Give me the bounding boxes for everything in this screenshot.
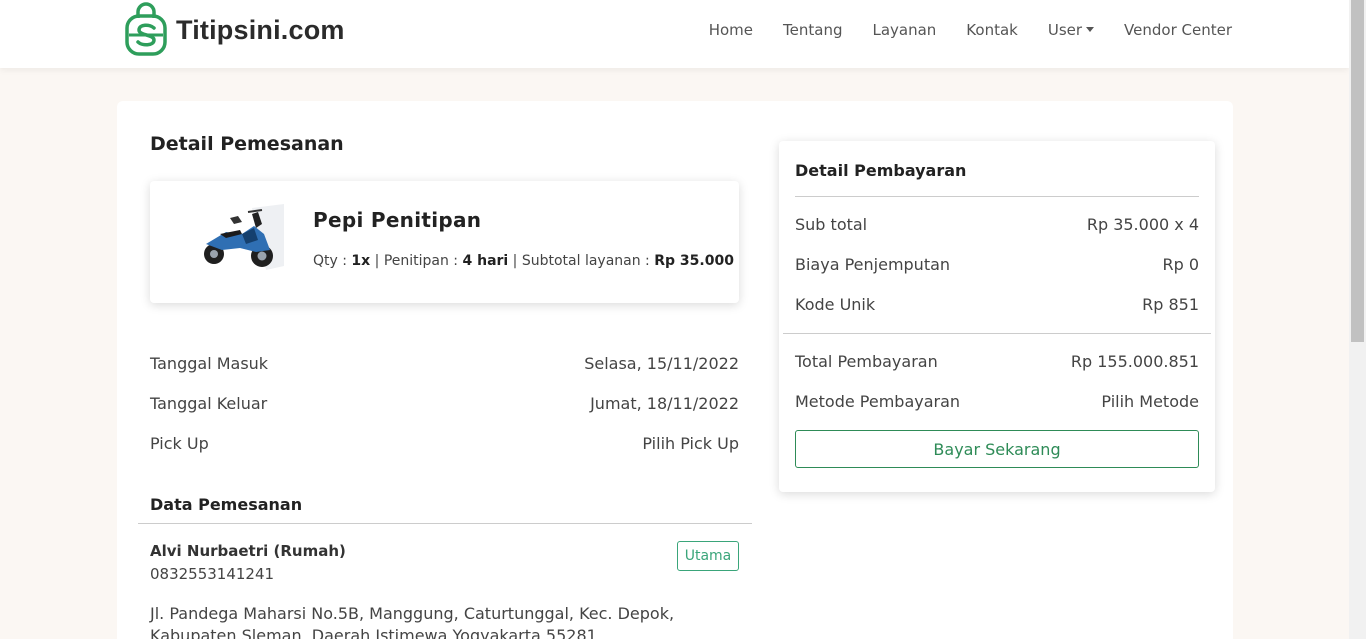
nav-home[interactable]: Home: [709, 21, 753, 39]
row-label: Tanggal Masuk: [150, 354, 269, 373]
nav-kontak[interactable]: Kontak: [966, 21, 1018, 39]
payment-row-total: Total Pembayaran Rp 155.000.851: [795, 352, 1199, 371]
row-tanggal-masuk: Tanggal Masuk Selasa, 15/11/2022: [150, 354, 739, 373]
nav-layanan[interactable]: Layanan: [872, 21, 936, 39]
payment-method-select[interactable]: Pilih Metode: [1101, 392, 1199, 411]
row-label: Kode Unik: [795, 295, 876, 314]
pay-now-button[interactable]: Bayar Sekarang: [795, 430, 1199, 468]
order-detail-title: Detail Pemesanan: [150, 133, 344, 155]
product-card: Pepi Penitipan Qty : 1x | Penitipan : 4 …: [150, 181, 739, 303]
duration-value: 4 hari: [462, 253, 509, 269]
customer-section-title: Data Pemesanan: [150, 495, 303, 514]
row-label: Total Pembayaran: [795, 352, 938, 371]
scrollbar-thumb[interactable]: [1351, 0, 1364, 342]
row-value: Rp 0: [1162, 255, 1199, 274]
brand-name: Titipsini.com: [176, 14, 345, 45]
product-meta: Qty : 1x | Penitipan : 4 hari | Subtotal…: [313, 253, 734, 269]
nav-tentang[interactable]: Tentang: [783, 21, 842, 39]
row-label: Pick Up: [150, 434, 209, 453]
row-tanggal-keluar: Tanggal Keluar Jumat, 18/11/2022: [150, 394, 739, 413]
row-label: Metode Pembayaran: [795, 392, 961, 411]
total-value: Rp 155.000.851: [1070, 352, 1199, 371]
brand-link[interactable]: Titipsini.com: [124, 2, 345, 58]
duration-label: | Penitipan :: [370, 253, 463, 269]
row-value: Rp 35.000 x 4: [1086, 215, 1199, 234]
navbar: Titipsini.com Home Tentang Layanan Konta…: [0, 0, 1349, 68]
subtotal-value: Rp 35.000: [654, 253, 734, 269]
product-name: Pepi Penitipan: [313, 208, 482, 232]
customer-address: Jl. Pandega Maharsi No.5B, Manggung, Cat…: [150, 604, 675, 639]
payment-row-pickup-fee: Biaya Penjemputan Rp 0: [795, 255, 1199, 274]
divider: [783, 333, 1211, 334]
scooter-image: [204, 204, 284, 270]
row-value: Jumat, 18/11/2022: [590, 394, 739, 413]
main-nav: Home Tentang Layanan Kontak User Vendor …: [709, 21, 1232, 39]
payment-row-method: Metode Pembayaran Pilih Metode: [795, 392, 1199, 411]
payment-row-unique-code: Kode Unik Rp 851: [795, 295, 1199, 314]
qty-value: 1x: [351, 253, 371, 269]
payment-row-subtotal: Sub total Rp 35.000 x 4: [795, 215, 1199, 234]
nav-user-dropdown[interactable]: User: [1047, 21, 1095, 39]
row-value: Rp 851: [1142, 295, 1199, 314]
row-label: Tanggal Keluar: [150, 394, 268, 413]
row-pick-up: Pick Up Pilih Pick Up: [150, 434, 739, 453]
divider: [795, 196, 1199, 197]
row-label: Biaya Penjemputan: [795, 255, 951, 274]
divider: [138, 523, 752, 524]
nav-user-label: User: [1047, 21, 1083, 39]
customer-name: Alvi Nurbaetri (Rumah): [150, 542, 346, 560]
customer-phone: 0832553141241: [150, 565, 275, 583]
row-label: Sub total: [795, 215, 868, 234]
nav-vendor-center[interactable]: Vendor Center: [1124, 21, 1232, 39]
row-value: Selasa, 15/11/2022: [584, 354, 739, 373]
pick-up-select[interactable]: Pilih Pick Up: [642, 434, 739, 453]
qty-label: Qty :: [313, 253, 352, 269]
subtotal-label: | Subtotal layanan :: [508, 253, 655, 269]
caret-down-icon: [1086, 27, 1095, 32]
primary-address-badge: Utama: [677, 541, 739, 571]
page-scrollbar[interactable]: [1349, 0, 1366, 639]
payment-title: Detail Pembayaran: [795, 161, 967, 180]
titipsini-logo-icon: [125, 2, 167, 56]
